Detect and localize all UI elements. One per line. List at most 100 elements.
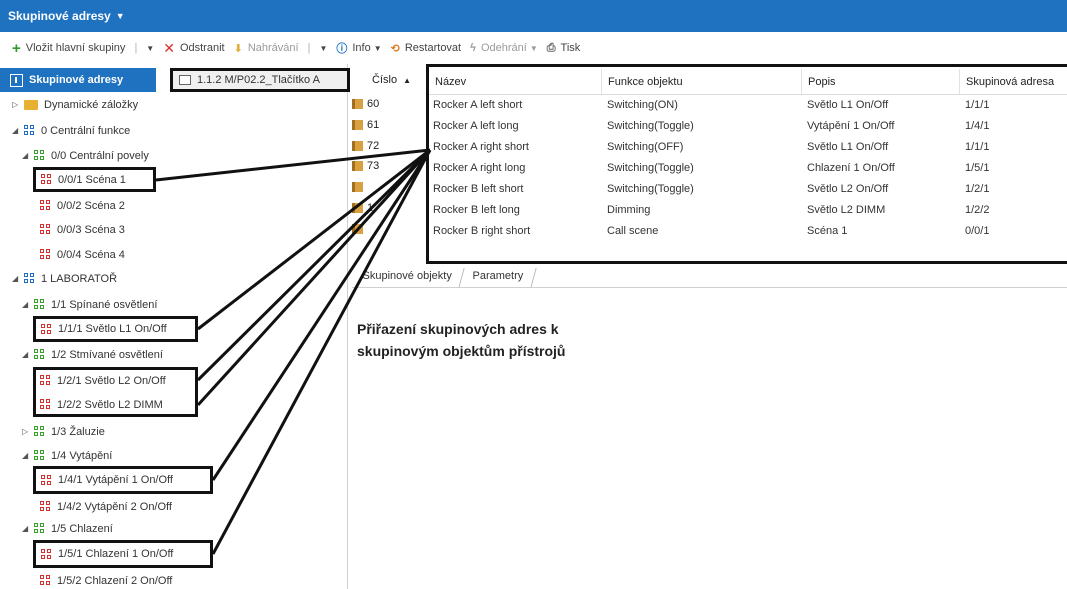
tree-item[interactable]: ◢ 1/5 Chlazení bbox=[22, 518, 113, 539]
tree-item[interactable]: 0/0/2 Scéna 2 bbox=[40, 195, 125, 216]
tree-item[interactable]: 1/1/1 Světlo L1 On/Off bbox=[33, 316, 198, 342]
tree-item-label: 0/0 Centrální povely bbox=[51, 149, 149, 162]
tree-item-label: 1/2/2 Světlo L2 DIMM bbox=[57, 398, 163, 411]
object-number[interactable] bbox=[352, 218, 367, 239]
tree-item[interactable]: 1/2/1 Světlo L2 On/Off bbox=[40, 370, 166, 391]
chevron-down-icon[interactable]: ▼ bbox=[146, 44, 154, 53]
object-number[interactable]: 72 bbox=[352, 135, 379, 156]
unload-icon: ϟ bbox=[470, 42, 476, 54]
tree-item-label: 0 Centrální funkce bbox=[41, 124, 131, 137]
cell-function: Switching(ON) bbox=[607, 99, 678, 111]
toolbar: + Vložit hlavní skupiny | ▼ ✕ Odstranit … bbox=[0, 32, 1067, 64]
collapse-icon[interactable]: ◢ bbox=[22, 524, 34, 533]
divider bbox=[352, 287, 1067, 288]
object-number[interactable] bbox=[352, 176, 367, 197]
tree-item[interactable]: 0/0/3 Scéna 3 bbox=[40, 219, 125, 240]
unload-button[interactable]: ϟ Odehrání ▼ bbox=[470, 42, 538, 54]
table-row[interactable]: Rocker B left short Switching(Toggle) Sv… bbox=[429, 179, 1067, 200]
remove-button[interactable]: ✕ Odstranit bbox=[163, 40, 224, 57]
group-address-icon bbox=[40, 200, 51, 211]
group-address-icon bbox=[40, 375, 51, 386]
table-row[interactable]: Rocker B left long Dimming Světlo L2 DIM… bbox=[429, 200, 1067, 221]
cell-group-address: 1/1/1 bbox=[965, 99, 990, 111]
download-button[interactable]: ⬇ Nahrávání bbox=[234, 42, 299, 55]
insert-groups-button[interactable]: + Vložit hlavní skupiny bbox=[12, 40, 125, 57]
expand-icon[interactable]: ▷ bbox=[12, 100, 24, 109]
chevron-down-icon[interactable]: ▼ bbox=[319, 44, 327, 53]
unload-label: Odehrání bbox=[480, 42, 527, 54]
tree-item[interactable]: 1/5/2 Chlazení 2 On/Off bbox=[40, 570, 172, 589]
cell-name: Rocker A left long bbox=[433, 120, 519, 132]
collapse-icon[interactable]: ◢ bbox=[22, 451, 34, 460]
tree-item[interactable]: 1/5/1 Chlazení 1 On/Off bbox=[33, 540, 213, 568]
tab-group-addresses[interactable]: Skupinové adresy bbox=[0, 68, 156, 92]
insert-groups-label: Vložit hlavní skupiny bbox=[25, 42, 126, 54]
tree-item[interactable]: 1/4/2 Vytápění 2 On/Off bbox=[40, 496, 172, 517]
collapse-icon[interactable]: ◢ bbox=[22, 350, 34, 359]
reset-button[interactable]: ⟲ Restartovat bbox=[391, 42, 461, 55]
object-icon bbox=[352, 160, 363, 171]
group-address-icon bbox=[34, 426, 45, 437]
object-number[interactable]: 60 bbox=[352, 93, 379, 114]
object-icon bbox=[352, 223, 363, 234]
collapse-icon[interactable]: ◢ bbox=[12, 274, 24, 283]
sort-asc-icon: ▲ bbox=[403, 76, 412, 85]
tab-group-objects[interactable]: Skupinové objekty bbox=[349, 268, 465, 288]
column-header-group-address[interactable]: Skupinová adresa bbox=[959, 69, 1067, 95]
object-number[interactable]: 73 bbox=[352, 155, 379, 176]
table-row[interactable]: Rocker A left short Switching(ON) Světlo… bbox=[429, 95, 1067, 116]
tree-item[interactable]: ◢ 1 LABORATOŘ bbox=[12, 268, 117, 289]
tree-item-label: 0/0/3 Scéna 3 bbox=[57, 223, 125, 236]
tree-item[interactable]: ◢ 1/4 Vytápění bbox=[22, 445, 112, 466]
cell-name: Rocker A right short bbox=[433, 141, 529, 153]
chevron-down-icon: ▼ bbox=[373, 43, 382, 53]
reset-label: Restartovat bbox=[404, 42, 462, 54]
tab-device-label: 1.1.2 M/P02.2_Tlačítko A bbox=[197, 74, 320, 86]
table-row[interactable]: Rocker A left long Switching(Toggle) Vyt… bbox=[429, 116, 1067, 137]
tree-item-label: 1/4/2 Vytápění 2 On/Off bbox=[57, 500, 172, 513]
info-button[interactable]: ⓘ Info ▼ bbox=[336, 40, 381, 56]
tree-item[interactable]: ◢ 1/1 Spínané osvětlení bbox=[22, 294, 157, 315]
group-address-icon bbox=[10, 73, 23, 87]
tree-item[interactable]: 1/4/1 Vytápění 1 On/Off bbox=[33, 466, 213, 494]
tree-item[interactable]: 0/0/4 Scéna 4 bbox=[40, 244, 125, 265]
tab-parameters[interactable]: Parametry bbox=[459, 268, 537, 288]
chevron-down-icon: ▼ bbox=[529, 43, 538, 53]
object-number-label: 73 bbox=[367, 159, 380, 172]
toolbar-divider: | bbox=[307, 42, 311, 54]
tree-item-label: 1/5/2 Chlazení 2 On/Off bbox=[57, 574, 173, 587]
table-row[interactable]: Rocker B right short Call scene Scéna 1 … bbox=[429, 221, 1067, 242]
close-icon: ✕ bbox=[163, 39, 175, 56]
chevron-down-icon[interactable]: ▼ bbox=[116, 11, 125, 21]
column-header-number[interactable]: Číslo ▲ bbox=[372, 74, 411, 86]
expand-icon[interactable]: ▷ bbox=[22, 427, 34, 436]
print-button[interactable]: ⎙ Tisk bbox=[547, 42, 581, 55]
cell-function: Call scene bbox=[607, 225, 659, 237]
collapse-icon[interactable]: ◢ bbox=[12, 126, 24, 135]
plus-icon: + bbox=[12, 39, 21, 57]
column-header-description[interactable]: Popis bbox=[801, 69, 959, 95]
table-row[interactable]: Rocker A right long Switching(Toggle) Ch… bbox=[429, 158, 1067, 179]
cell-group-address: 1/1/1 bbox=[965, 141, 990, 153]
collapse-icon[interactable]: ◢ bbox=[22, 151, 34, 160]
tree-item[interactable]: ▷ 1/3 Žaluzie bbox=[22, 421, 105, 442]
tree-item[interactable]: 1/2/2 Světlo L2 DIMM bbox=[40, 394, 163, 415]
tree-item[interactable]: ▷ Dynamické záložky bbox=[12, 94, 138, 115]
object-number[interactable]: 61 bbox=[352, 114, 379, 135]
app-title-bar[interactable]: Skupinové adresy ▼ bbox=[0, 0, 1067, 32]
tree-item[interactable]: ◢ 1/2 Stmívané osvětlení bbox=[22, 344, 163, 365]
column-header-function[interactable]: Funkce objektu bbox=[601, 69, 801, 95]
table-row[interactable]: Rocker A right short Switching(OFF) Svět… bbox=[429, 137, 1067, 158]
tree-item-label: 1/1 Spínané osvětlení bbox=[51, 298, 158, 311]
object-number[interactable]: 1 bbox=[352, 197, 373, 218]
info-label: Info bbox=[352, 42, 371, 54]
collapse-icon[interactable]: ◢ bbox=[22, 300, 34, 309]
tree-item[interactable]: 0/0/1 Scéna 1 bbox=[33, 167, 156, 192]
tab-device[interactable]: 1.1.2 M/P02.2_Tlačítko A bbox=[170, 68, 350, 92]
tree-item-label: 1/5/1 Chlazení 1 On/Off bbox=[58, 548, 174, 560]
tree-item[interactable]: ◢ 0 Centrální funkce bbox=[12, 120, 130, 141]
tree-item[interactable]: ◢ 0/0 Centrální povely bbox=[22, 145, 149, 166]
cell-description: Vytápění 1 On/Off bbox=[807, 120, 895, 132]
object-number-label: 1 bbox=[367, 201, 374, 214]
column-header-name[interactable]: Název bbox=[429, 69, 601, 95]
